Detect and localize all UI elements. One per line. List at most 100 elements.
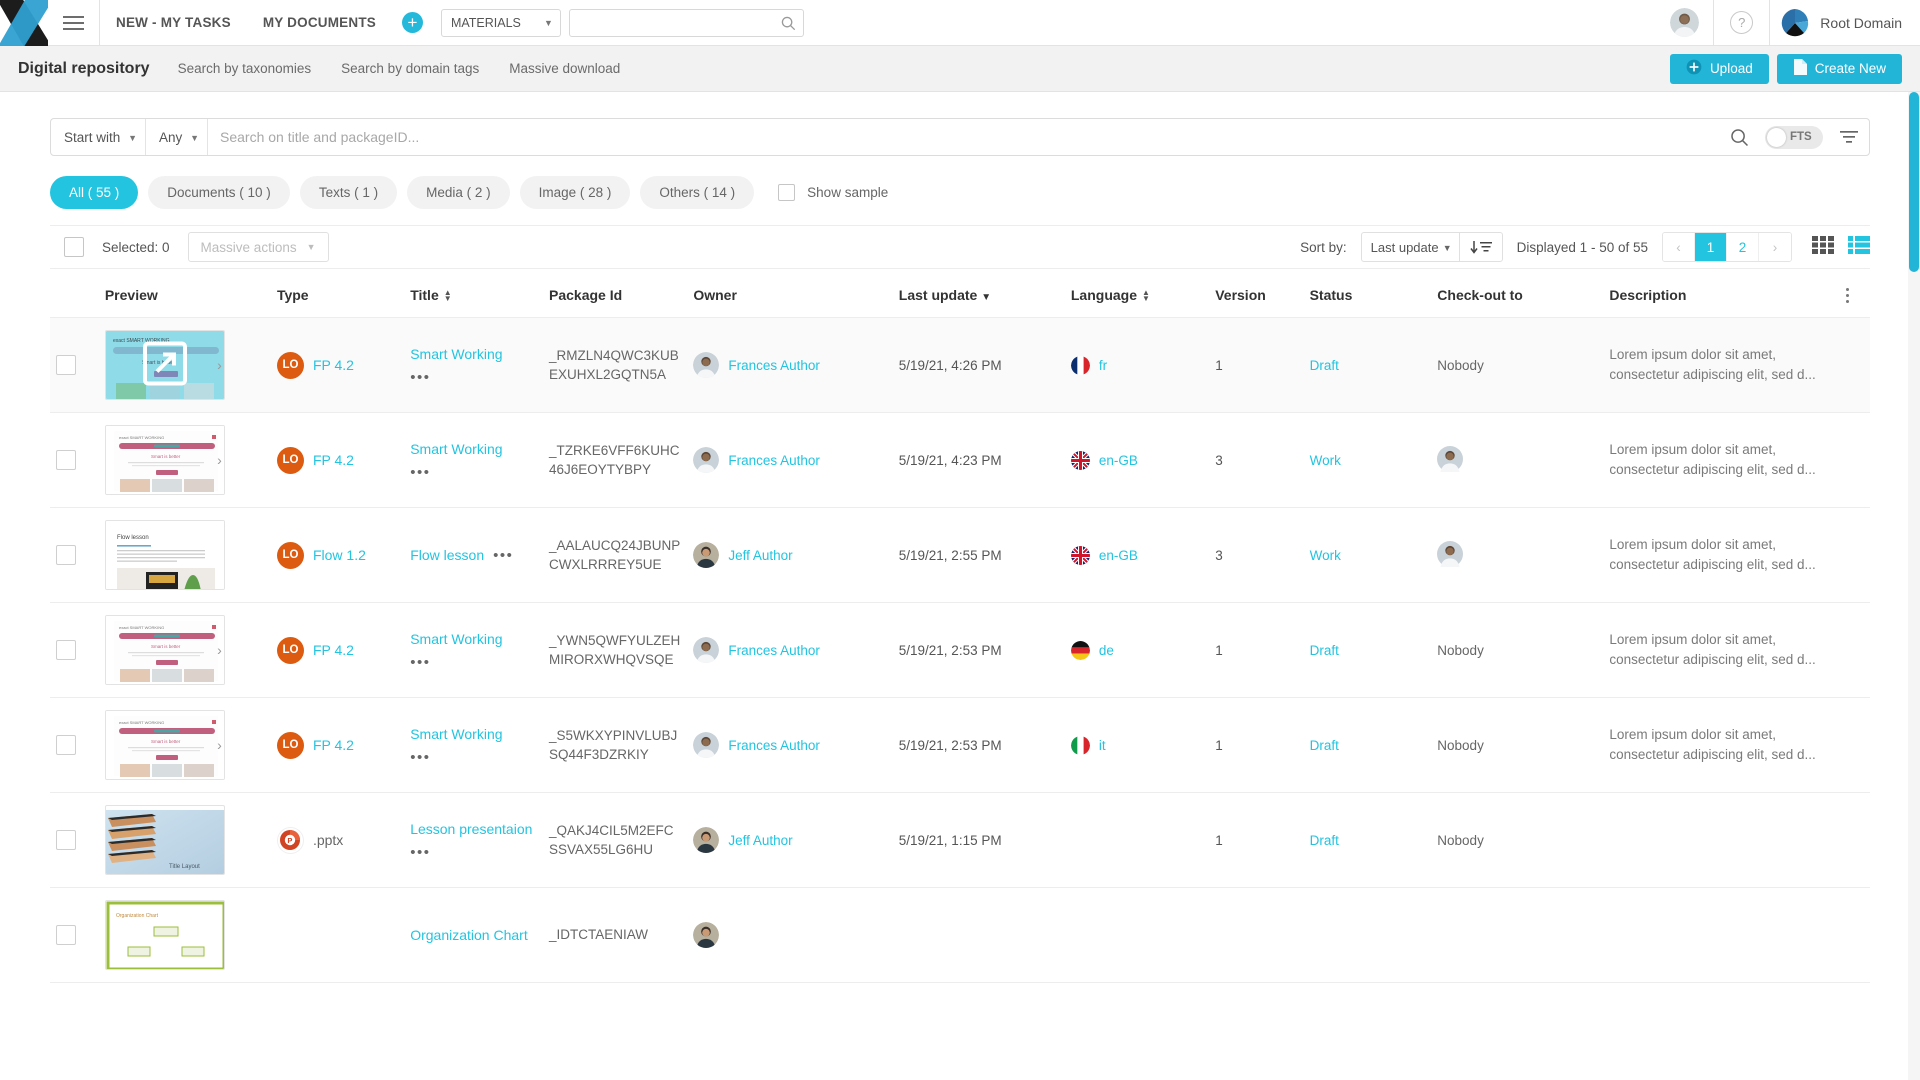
row-type-label[interactable]: .pptx bbox=[313, 832, 343, 848]
row-checkbox[interactable] bbox=[56, 925, 76, 945]
thumb-next-icon[interactable]: › bbox=[217, 642, 222, 658]
thumb-next-icon[interactable]: › bbox=[217, 737, 222, 753]
th-column-options[interactable] bbox=[1825, 269, 1870, 318]
row-checkbox[interactable] bbox=[56, 830, 76, 850]
search-submit-icon[interactable] bbox=[1720, 128, 1759, 147]
show-sample-toggle[interactable]: Show sample bbox=[778, 184, 888, 201]
page-2[interactable]: 2 bbox=[1727, 233, 1759, 261]
search-icon[interactable] bbox=[781, 16, 796, 36]
row-type-label[interactable]: FP 4.2 bbox=[313, 642, 354, 658]
open-preview-icon[interactable] bbox=[142, 341, 187, 389]
menu-icon[interactable] bbox=[48, 0, 100, 46]
row-thumbnail[interactable]: Flow lesson bbox=[104, 520, 225, 590]
sort-icon[interactable]: ▲ ▼ bbox=[444, 289, 452, 303]
row-thumbnail[interactable]: exact SMART WORKING Smart is better › bbox=[104, 330, 225, 400]
row-status-link[interactable]: Work bbox=[1310, 453, 1341, 468]
link-search-by-taxonomies[interactable]: Search by taxonomies bbox=[178, 61, 312, 76]
select-all-checkbox[interactable] bbox=[64, 237, 84, 257]
owner-name-link[interactable]: Frances Author bbox=[728, 358, 820, 373]
thumb-next-icon[interactable]: › bbox=[217, 452, 222, 468]
row-status-link[interactable]: Work bbox=[1310, 548, 1341, 563]
table-row[interactable]: Flow lesson LO Flow 1.2 Flow lesson ••• _AALA… bbox=[50, 507, 1870, 603]
language-code[interactable]: de bbox=[1099, 643, 1114, 658]
sort-direction-icon[interactable] bbox=[1460, 239, 1502, 255]
thumb-next-icon[interactable]: › bbox=[217, 357, 222, 373]
chip-media[interactable]: Media ( 2 ) bbox=[407, 176, 510, 209]
table-row[interactable]: exact SMART WORKING Smart is better › LO FP … bbox=[50, 602, 1870, 698]
table-row[interactable]: exact SMART WORKING Smart is better › LO FP … bbox=[50, 697, 1870, 793]
row-title-link[interactable]: Smart Working bbox=[410, 630, 537, 648]
row-thumbnail[interactable]: Title Layout bbox=[104, 805, 225, 875]
chip-documents[interactable]: Documents ( 10 ) bbox=[148, 176, 290, 209]
chip-image[interactable]: Image ( 28 ) bbox=[519, 176, 631, 209]
filter-icon[interactable] bbox=[1829, 128, 1869, 146]
table-row[interactable]: Organization Chart Organization Chart _IDT… bbox=[50, 887, 1870, 983]
page-1[interactable]: 1 bbox=[1695, 233, 1727, 261]
owner-name-link[interactable]: Frances Author bbox=[728, 738, 820, 753]
app-logo[interactable] bbox=[0, 0, 48, 46]
add-button[interactable]: + bbox=[401, 12, 423, 33]
table-row[interactable]: Title Layout P .pptx Lesson presentaion ••• _… bbox=[50, 792, 1870, 888]
row-status-link[interactable]: Draft bbox=[1310, 833, 1339, 848]
row-status-link[interactable]: Draft bbox=[1310, 643, 1339, 658]
row-title-more-icon[interactable]: ••• bbox=[410, 845, 537, 860]
global-search-input[interactable] bbox=[569, 9, 803, 36]
table-row[interactable]: exact SMART WORKING Smart is better › LO FP … bbox=[50, 412, 1870, 508]
language-code[interactable]: fr bbox=[1099, 358, 1107, 373]
sort-select[interactable]: Last update bbox=[1361, 233, 1459, 261]
nav-my-documents[interactable]: MY DOCUMENTS bbox=[247, 15, 392, 30]
row-title-more-icon[interactable]: ••• bbox=[410, 465, 537, 480]
row-checkbox[interactable] bbox=[56, 355, 76, 375]
chip-all[interactable]: All ( 55 ) bbox=[50, 176, 139, 209]
row-title-link[interactable]: Lesson presentaion bbox=[410, 820, 537, 838]
row-title-link[interactable]: Organization Chart bbox=[410, 926, 537, 944]
row-title-link[interactable]: Smart Working bbox=[410, 345, 537, 363]
page-scrollbar[interactable] bbox=[1908, 92, 1920, 1080]
row-type-label[interactable]: FP 4.2 bbox=[313, 452, 354, 468]
owner-name-link[interactable]: Frances Author bbox=[728, 453, 820, 468]
row-type-label[interactable]: Flow 1.2 bbox=[313, 547, 366, 563]
row-checkbox[interactable] bbox=[56, 545, 76, 565]
domain-switcher[interactable]: Root Domain bbox=[1770, 8, 1920, 38]
row-title-more-icon[interactable]: ••• bbox=[493, 548, 513, 563]
page-prev[interactable]: ‹ bbox=[1663, 233, 1695, 261]
row-status-link[interactable]: Draft bbox=[1310, 738, 1339, 753]
link-massive-download[interactable]: Massive download bbox=[509, 61, 620, 76]
list-view-icon[interactable] bbox=[1848, 235, 1870, 259]
create-new-button[interactable]: Create New bbox=[1776, 53, 1902, 84]
row-status-link[interactable]: Draft bbox=[1310, 358, 1339, 373]
scope-select[interactable]: Any bbox=[146, 119, 208, 155]
row-title-link[interactable]: Flow lesson bbox=[410, 546, 484, 564]
fts-toggle[interactable]: FTS bbox=[1765, 125, 1823, 149]
chip-texts[interactable]: Texts ( 1 ) bbox=[299, 176, 398, 209]
scrollbar-thumb[interactable] bbox=[1909, 92, 1919, 272]
user-avatar[interactable] bbox=[1670, 8, 1700, 37]
table-row[interactable]: exact SMART WORKING Smart is better › LO FP … bbox=[50, 317, 1870, 413]
row-title-more-icon[interactable]: ••• bbox=[410, 370, 537, 385]
show-sample-checkbox[interactable] bbox=[778, 184, 796, 201]
row-type-label[interactable]: FP 4.2 bbox=[313, 737, 354, 753]
th-language[interactable]: Language ▲ ▼ bbox=[1064, 269, 1210, 318]
language-code[interactable]: en-GB bbox=[1099, 453, 1138, 468]
row-title-more-icon[interactable]: ••• bbox=[410, 750, 537, 765]
row-title-link[interactable]: Smart Working bbox=[410, 440, 537, 458]
row-title-more-icon[interactable]: ••• bbox=[410, 655, 537, 670]
language-code[interactable]: en-GB bbox=[1099, 548, 1138, 563]
link-search-by-domain-tags[interactable]: Search by domain tags bbox=[341, 61, 479, 76]
page-next[interactable]: › bbox=[1759, 233, 1791, 261]
row-thumbnail[interactable]: exact SMART WORKING Smart is better › bbox=[104, 710, 225, 780]
th-last-update[interactable]: Last update ▼ bbox=[892, 269, 1065, 318]
row-title-link[interactable]: Smart Working bbox=[410, 725, 537, 743]
grid-view-icon[interactable] bbox=[1812, 235, 1834, 259]
language-code[interactable]: it bbox=[1099, 738, 1106, 753]
help-icon[interactable]: ? bbox=[1730, 11, 1754, 34]
row-checkbox[interactable] bbox=[56, 735, 76, 755]
more-options-icon[interactable] bbox=[1831, 287, 1864, 303]
row-checkbox[interactable] bbox=[56, 450, 76, 470]
owner-name-link[interactable]: Jeff Author bbox=[728, 833, 792, 848]
upload-button[interactable]: Upload bbox=[1669, 53, 1769, 84]
sort-icon[interactable]: ▲ ▼ bbox=[1142, 289, 1150, 303]
chip-others[interactable]: Others ( 14 ) bbox=[640, 176, 755, 209]
owner-name-link[interactable]: Frances Author bbox=[728, 643, 820, 658]
row-type-label[interactable]: FP 4.2 bbox=[313, 357, 354, 373]
